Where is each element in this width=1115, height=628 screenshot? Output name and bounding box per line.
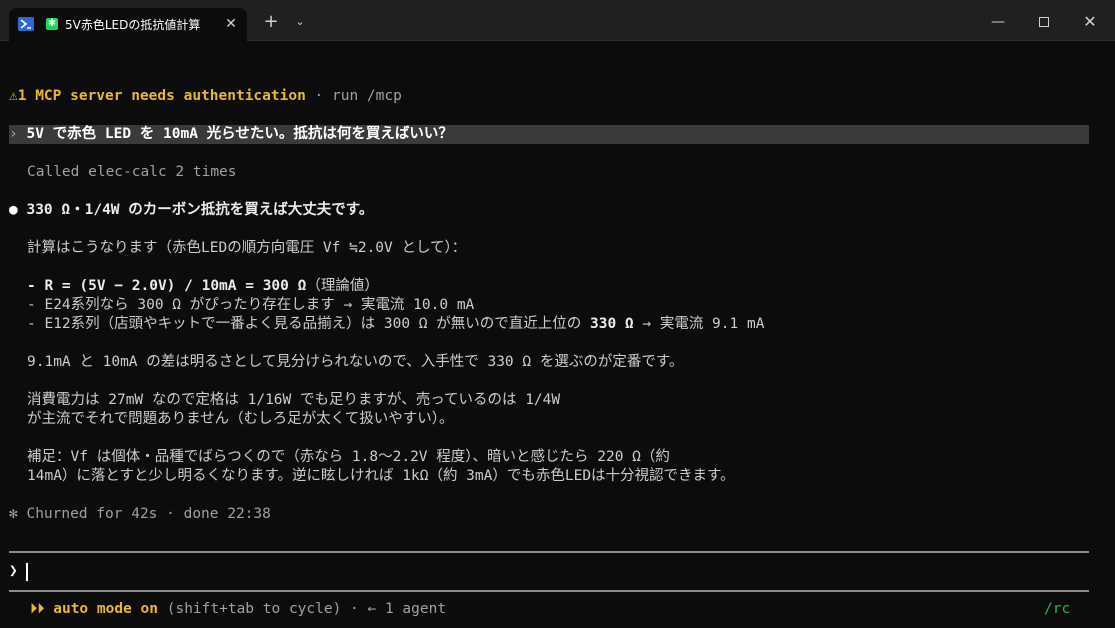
auth-warning-text: 1 MCP server needs authentication (17, 88, 306, 104)
tab-close-icon[interactable]: ✕ (223, 14, 239, 34)
maximize-button[interactable] (1031, 10, 1057, 34)
mode-status: ⏵⏵ auto mode on (shift+tab to cycle) · ←… (30, 600, 446, 619)
calc-line-3-value: 330 Ω (589, 316, 634, 332)
paragraph-3-line-1: 補足：Vf は個体・品種でばらつくので（赤なら 1.8〜2.2V 程度）、暗いと… (27, 449, 670, 465)
calc-line-1-formula: - R = (5V − 2.0V) / 10mA = 300 Ω (27, 278, 307, 294)
maximize-icon (1039, 17, 1049, 27)
input-prompt-icon: ❯ (9, 563, 18, 579)
close-window-button[interactable]: ✕ (1077, 10, 1103, 34)
minimize-button[interactable]: — (985, 10, 1011, 34)
paragraph-3-line-2: 14mA）に落とすと少し明るくなります。逆に眩しければ 1kΩ（約 3mA）でも… (27, 468, 735, 484)
app-icon: ✱ (46, 18, 58, 30)
answer-headline: ● 330 Ω・1/4W のカーボン抵抗を買えば大丈夫です。 (9, 201, 373, 220)
chat-input[interactable] (30, 563, 1080, 582)
calc-line-1-note: （理論値） (306, 278, 379, 294)
terminal-output[interactable]: ⚠1 MCP server needs authentication · run… (0, 41, 1115, 628)
calc-intro: 計算はこうなります（赤色LEDの順方向電圧 Vf ≒2.0V として）： (27, 240, 467, 256)
tab-active[interactable]: ✱ 5V赤色LEDの抵抗値計算 ✕ (9, 8, 247, 41)
user-prompt-line: › 5V で赤色 LED を 10mA 光らせたい。抵抗は何を買えばいい？ (9, 125, 453, 144)
terminal-window: ✱ 5V赤色LEDの抵抗値計算 ✕ + ⌄ — ✕ ⚠1 MCP server … (0, 0, 1115, 628)
calc-line-3-c: → 実電流 9.1 mA (633, 316, 765, 332)
new-tab-button[interactable]: + (260, 10, 282, 34)
mode-hint: (shift+tab to cycle) · ← 1 agent (158, 601, 447, 617)
paragraph-2-line-1: 消費電力は 27mW なので定格は 1/16W でも足りますが、売っているのは … (27, 392, 561, 408)
calc-line-1: - R = (5V − 2.0V) / 10mA = 300 Ω（理論値） (27, 277, 379, 296)
input-bottom-border (9, 590, 1089, 592)
prompt-marker: › (9, 126, 18, 142)
calc-line-3: - E12系列（店頭やキットで一番よく見る品揃え）は 300 Ω が無いので直近… (27, 315, 764, 334)
user-prompt-text: 5V で赤色 LED を 10mA 光らせたい。抵抗は何を買えばいい？ (26, 126, 453, 142)
paragraph-2-line-2: が主流でそれで問題ありません（むしろ足が太くて扱いやすい）。 (27, 411, 454, 427)
paragraph-1: 9.1mA と 10mA の差は明るさとして見分けられないので、入手性で 330… (27, 354, 684, 370)
tool-call-summary: Called elec-calc 2 times (27, 164, 237, 180)
warning-icon: ⚠ (9, 88, 18, 104)
title-bar: ✱ 5V赤色LEDの抵抗値計算 ✕ + ⌄ — ✕ (0, 0, 1115, 41)
answer-bullet-icon: ● (9, 202, 18, 218)
input-top-border (9, 551, 1089, 553)
auth-warning: ⚠1 MCP server needs authentication · run… (9, 87, 402, 106)
calc-line-3-a: - E12系列（店頭やキットで一番よく見る品揃え）は 300 Ω が無いので直近… (27, 316, 590, 332)
mode-label[interactable]: auto mode on (53, 601, 158, 617)
answer-head-text: 330 Ω・1/4W のカーボン抵抗を買えば大丈夫です。 (26, 202, 374, 218)
calc-line-2: - E24系列なら 300 Ω がぴったり存在します → 実電流 10.0 mA (27, 297, 475, 313)
powershell-icon (18, 17, 34, 31)
auth-warning-hint: · run /mcp (305, 88, 402, 104)
chevron-down-icon[interactable]: ⌄ (289, 10, 311, 34)
tab-title: 5V赤色LEDの抵抗値計算 (65, 18, 201, 32)
status-line: ✻ Churned for 42s · done 22:38 (9, 506, 271, 522)
text-cursor (26, 563, 28, 581)
fast-forward-icon: ⏵⏵ (30, 601, 45, 617)
rc-indicator[interactable]: /rc (1044, 600, 1070, 619)
